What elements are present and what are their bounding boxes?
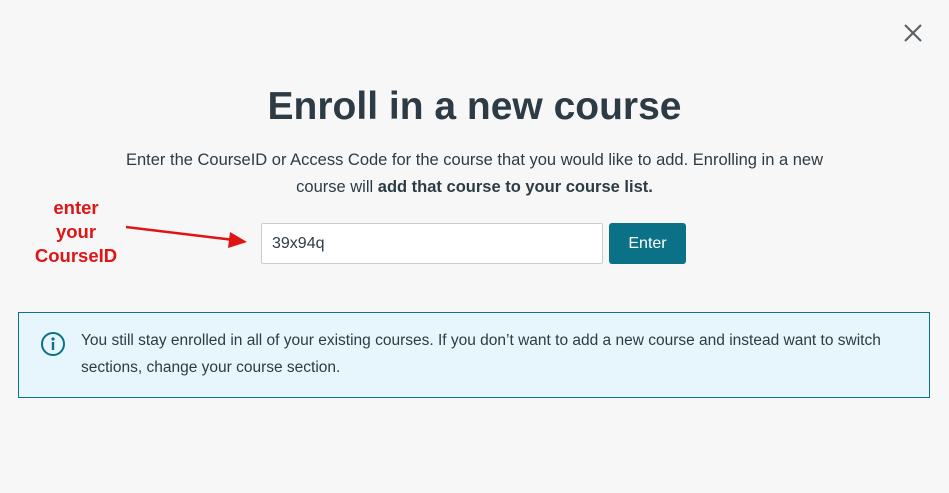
close-button[interactable] <box>899 19 927 47</box>
dialog-title: Enroll in a new course <box>267 85 682 128</box>
annotation-line: your <box>55 221 97 242</box>
arrow-icon <box>125 225 247 248</box>
annotation-line: enter <box>53 197 99 218</box>
info-icon <box>41 332 65 356</box>
info-banner: You still stay enrolled in all of your e… <box>18 312 930 398</box>
enter-button[interactable]: Enter <box>609 223 686 264</box>
dialog-description: Enter the CourseID or Access Code for th… <box>120 147 829 201</box>
annotation-label: enter your CourseID <box>18 196 134 268</box>
info-text: You still stay enrolled in all of your e… <box>81 332 881 376</box>
annotation-line: CourseID <box>34 245 118 266</box>
description-bold-text: add that course to your course list. <box>377 178 653 196</box>
course-id-input[interactable] <box>261 223 603 264</box>
close-icon <box>904 24 922 42</box>
